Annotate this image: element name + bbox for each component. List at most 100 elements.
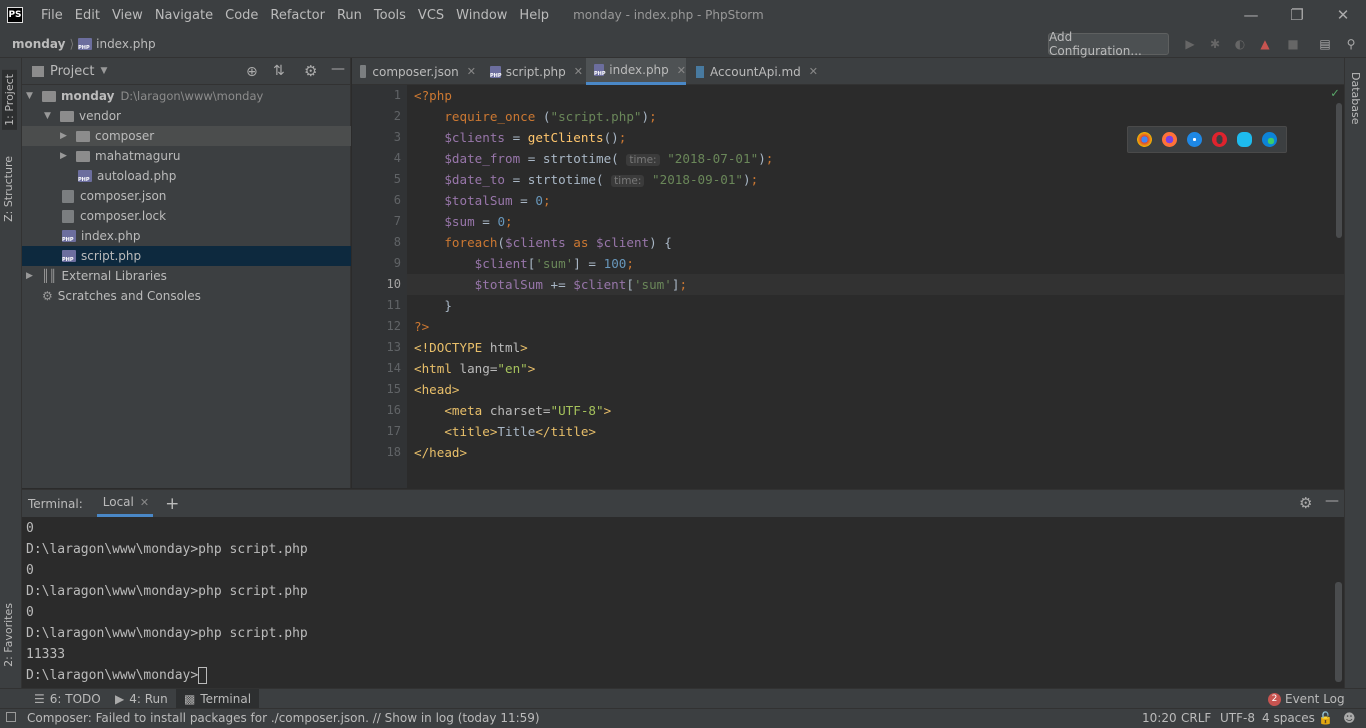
safari-icon[interactable] — [1187, 132, 1202, 147]
terminal-prompt-line[interactable]: D:\laragon\www\monday> — [26, 665, 208, 686]
terminal-prompt: D:\laragon\www\monday> — [26, 668, 199, 683]
structure-tool-tab[interactable]: Z: Structure — [2, 156, 15, 222]
hide-panel-icon[interactable]: — — [331, 61, 345, 77]
line-separator[interactable]: CRLF — [1181, 711, 1211, 725]
expanded-arrow-icon[interactable]: ▼ — [44, 111, 56, 121]
favorites-tool-tab[interactable]: 2: Favorites — [2, 603, 15, 667]
tree-item-path: D:\laragon\www\monday — [120, 89, 264, 103]
left-tool-strip: 1: Project Z: Structure 2: Favorites — [0, 58, 22, 688]
menu-help[interactable]: Help — [513, 8, 555, 23]
list-icon: ☰ — [34, 692, 45, 706]
menu-window[interactable]: Window — [450, 8, 513, 23]
menu-refactor[interactable]: Refactor — [264, 8, 331, 23]
new-terminal-icon[interactable]: + — [165, 494, 179, 514]
run-icon[interactable]: ▶ — [1183, 37, 1197, 51]
add-configuration-button[interactable]: Add Configuration... — [1048, 30, 1169, 58]
tab-label: AccountApi.md — [710, 64, 801, 79]
terminal-tool-button[interactable]: ▩ Terminal — [176, 689, 260, 709]
file-encoding[interactable]: UTF-8 — [1220, 711, 1255, 725]
line-number: 11 — [386, 298, 401, 312]
tab-label: script.php — [505, 64, 566, 79]
tree-item-index-php[interactable]: index.php — [22, 226, 351, 246]
collapsed-arrow-icon[interactable]: ▶ — [60, 151, 72, 161]
firefox-icon[interactable] — [1162, 132, 1177, 147]
debug-icon[interactable]: ✱ — [1208, 37, 1222, 51]
tree-item-composer-json[interactable]: composer.json — [22, 186, 351, 206]
line-number: 1 — [393, 88, 401, 102]
tree-item-composer-folder[interactable]: ▶ composer — [22, 126, 351, 146]
run-tool-button[interactable]: ▶ 4: Run — [107, 689, 176, 709]
chevron-down-icon[interactable]: ▼ — [100, 66, 107, 76]
lock-icon[interactable]: 🔓 — [1318, 711, 1333, 725]
collapse-all-icon[interactable]: ⇅ — [273, 63, 285, 79]
caret-position[interactable]: 10:20 — [1142, 711, 1177, 725]
tree-item-mahatmaguru[interactable]: ▶ mahatmaguru — [22, 146, 351, 166]
code-editor[interactable]: 1 2 3 4 5 6 7 8 9 10 11 12 13 14 15 16 1… — [352, 85, 1344, 488]
tab-script-php[interactable]: script.php ✕ — [482, 58, 583, 85]
indent-setting[interactable]: 4 spaces — [1262, 711, 1315, 725]
project-view-icon — [32, 65, 44, 77]
panel-toggle-icon[interactable] — [6, 712, 16, 722]
tree-item-scratches[interactable]: ⚙ Scratches and Consoles — [22, 286, 351, 306]
profile-icon[interactable]: ▲ — [1258, 37, 1272, 51]
todo-tool-button[interactable]: ☰ 6: TODO — [26, 689, 109, 709]
restore-icon[interactable]: ❐ — [1274, 0, 1320, 30]
stop-icon[interactable]: ■ — [1286, 37, 1300, 51]
tree-item-autoload[interactable]: autoload.php — [22, 166, 351, 186]
tree-item-script-php[interactable]: script.php — [22, 246, 351, 266]
locate-icon[interactable]: ⊕ — [246, 64, 258, 80]
collapsed-arrow-icon[interactable]: ▶ — [60, 131, 72, 141]
line-number: 5 — [393, 172, 401, 186]
breadcrumb-file[interactable]: index.php — [96, 37, 155, 51]
menu-navigate[interactable]: Navigate — [149, 8, 219, 23]
close-icon[interactable]: ✕ — [1320, 0, 1366, 30]
collapsed-arrow-icon[interactable]: ▶ — [26, 271, 38, 281]
tree-item-vendor[interactable]: ▼ vendor — [22, 106, 351, 126]
hide-panel-icon[interactable]: — — [1325, 493, 1339, 509]
menu-run[interactable]: Run — [331, 8, 368, 23]
inspection-ok-icon[interactable]: ✓ — [1331, 86, 1339, 101]
menu-code[interactable]: Code — [219, 8, 264, 23]
database-tool-tab[interactable]: Database — [1349, 72, 1362, 125]
terminal-label: Terminal: — [28, 496, 83, 511]
opera-icon[interactable] — [1212, 132, 1227, 147]
window-title: monday - index.php - PhpStorm — [573, 8, 764, 22]
menu-view[interactable]: View — [106, 8, 149, 23]
close-tab-icon[interactable]: ✕ — [677, 64, 686, 77]
search-icon[interactable]: ⚲ — [1344, 37, 1358, 51]
close-tab-icon[interactable]: ✕ — [809, 65, 818, 78]
code-line: ?> — [414, 319, 430, 334]
close-tab-icon[interactable]: ✕ — [574, 65, 583, 78]
event-log-button[interactable]: 2 Event Log — [1260, 689, 1353, 709]
tab-index-php[interactable]: index.php ✕ — [586, 58, 686, 85]
edge-icon[interactable] — [1262, 132, 1277, 147]
menu-edit[interactable]: Edit — [69, 8, 106, 23]
chrome-icon[interactable] — [1137, 132, 1152, 147]
project-tool-tab[interactable]: 1: Project — [2, 70, 17, 130]
tree-item-external-libraries[interactable]: ▶ ║║ External Libraries — [22, 266, 351, 286]
tree-item-composer-lock[interactable]: composer.lock — [22, 206, 351, 226]
menu-file[interactable]: File — [35, 8, 69, 23]
breadcrumb-project[interactable]: monday — [12, 37, 65, 51]
tree-item-label: vendor — [79, 109, 121, 123]
menu-tools[interactable]: Tools — [368, 8, 412, 23]
gear-icon[interactable]: ⚙ — [304, 62, 317, 80]
coverage-icon[interactable]: ◐ — [1233, 37, 1247, 51]
editor-scrollbar[interactable] — [1336, 103, 1342, 238]
inspector-icon[interactable]: ☻ — [1343, 711, 1356, 725]
tab-local[interactable]: Local ✕ — [96, 490, 154, 517]
minimize-icon[interactable]: — — [1228, 0, 1274, 30]
menu-vcs[interactable]: VCS — [412, 8, 450, 23]
project-structure-icon[interactable]: ▤ — [1318, 37, 1332, 51]
expanded-arrow-icon[interactable]: ▼ — [26, 91, 38, 101]
tab-accountapi-md[interactable]: AccountApi.md ✕ — [688, 58, 818, 85]
tab-composer-json[interactable]: composer.json ✕ — [352, 58, 476, 85]
terminal-scrollbar[interactable] — [1335, 582, 1342, 682]
close-tab-icon[interactable]: ✕ — [140, 496, 149, 509]
tree-item-monday[interactable]: ▼ monday D:\laragon\www\monday — [22, 86, 351, 106]
project-panel-title[interactable]: Project — [50, 64, 94, 79]
gear-icon[interactable]: ⚙ — [1299, 494, 1312, 512]
status-message[interactable]: Composer: Failed to install packages for… — [27, 711, 540, 725]
close-tab-icon[interactable]: ✕ — [467, 65, 476, 78]
internet-explorer-icon[interactable] — [1237, 132, 1252, 147]
